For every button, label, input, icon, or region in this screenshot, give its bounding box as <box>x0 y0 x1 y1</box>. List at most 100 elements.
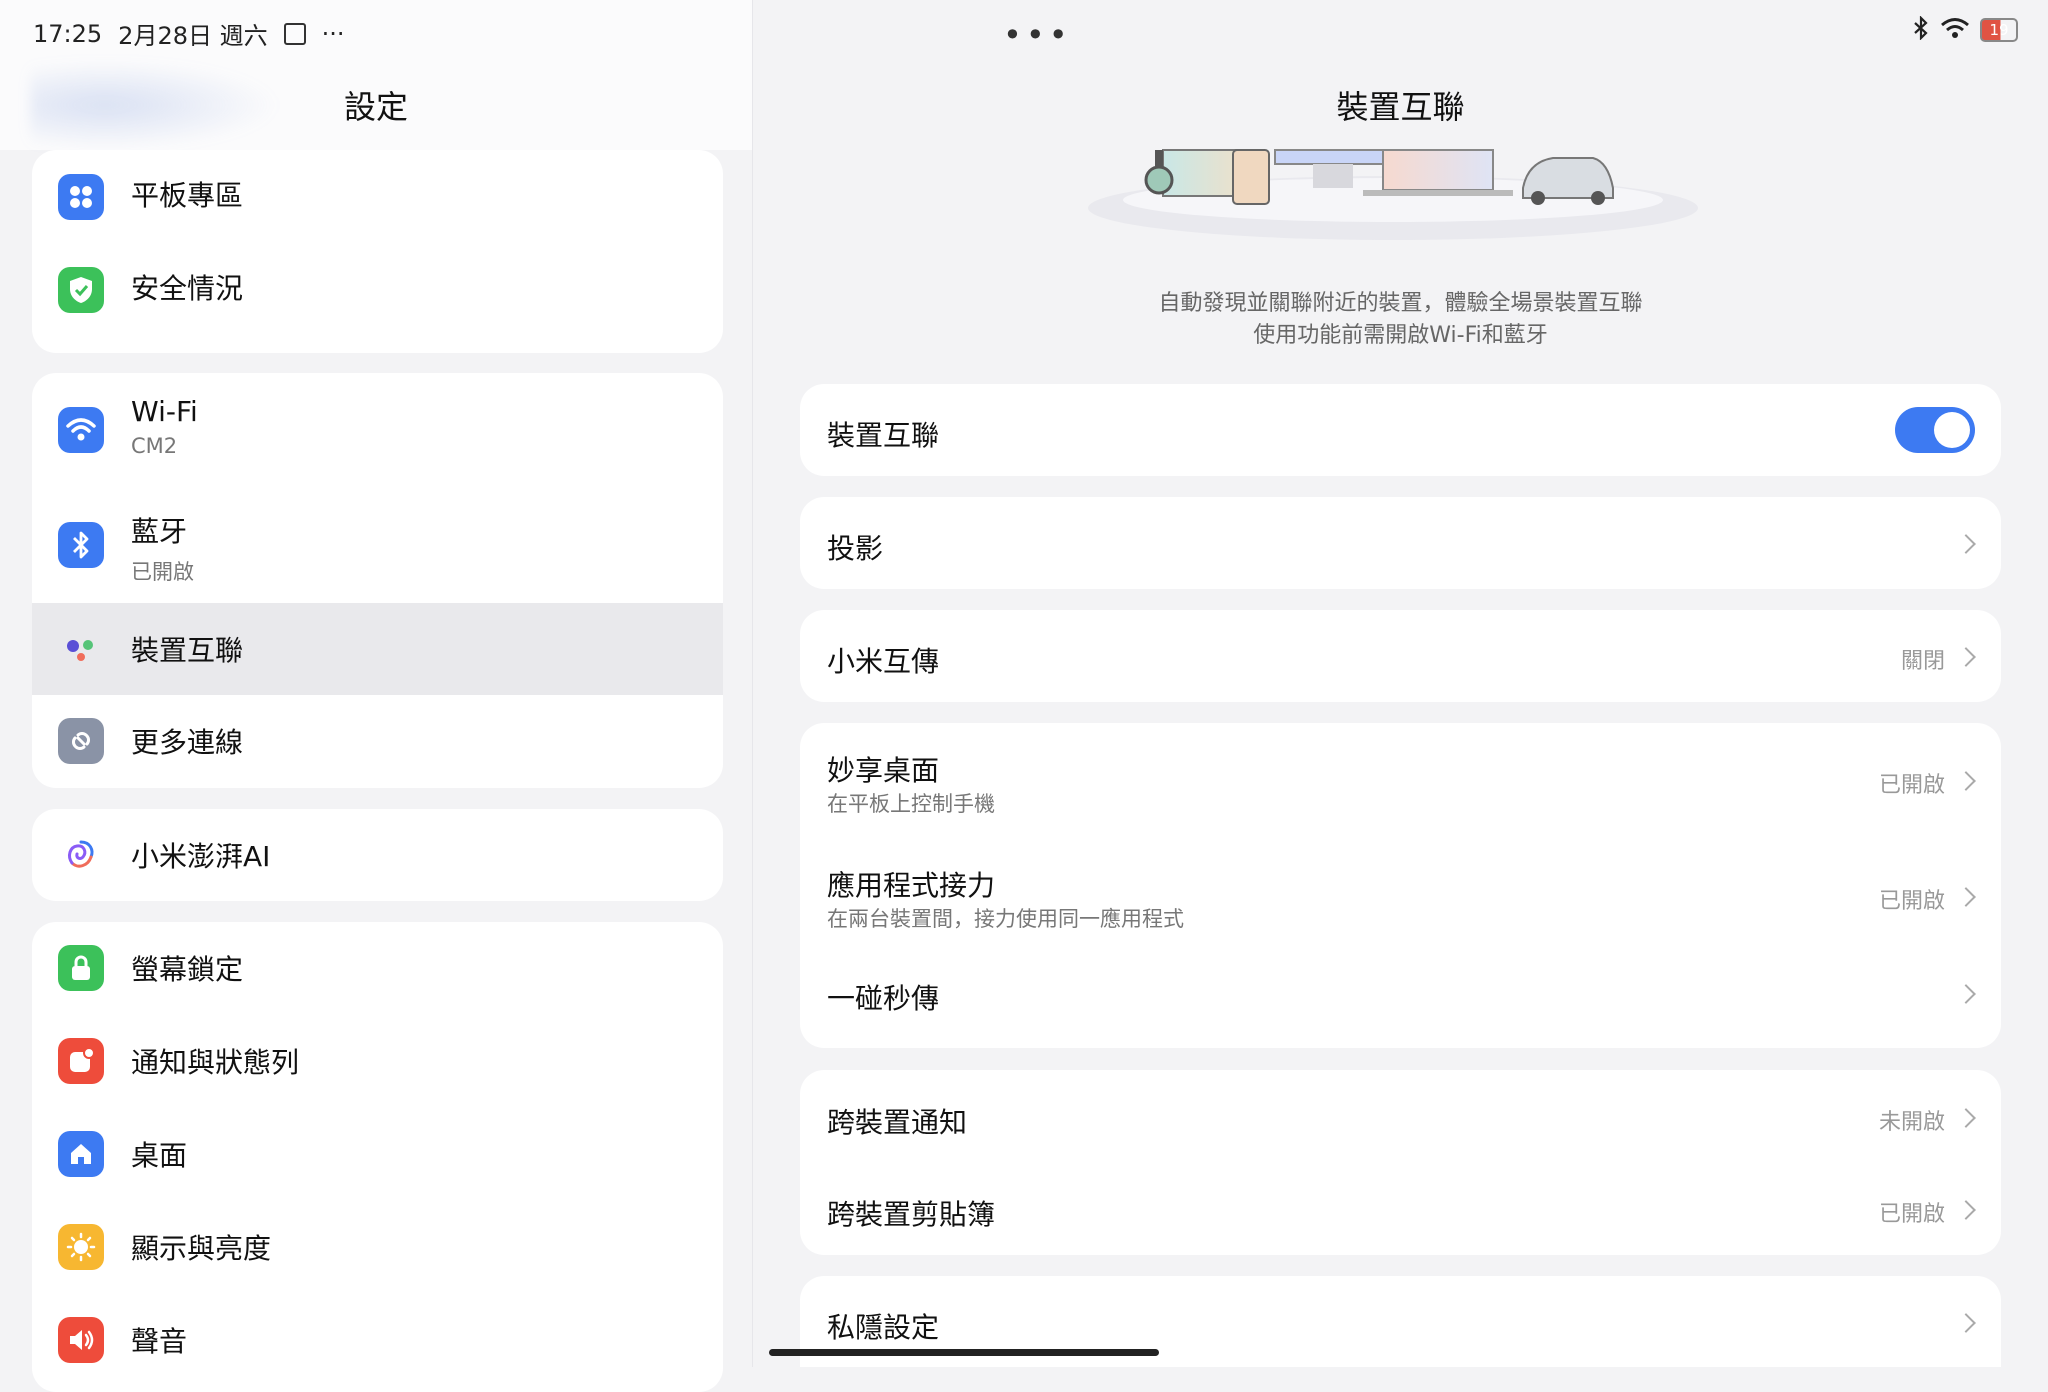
multitask-handle[interactable]: ••• <box>1003 16 1072 54</box>
chevron-right-icon <box>1956 984 1976 1004</box>
sidebar-item-lock-screen[interactable]: 螢幕鎖定 <box>32 922 723 1015</box>
handoff-sub: 在兩台裝置間，接力使用同一應用程式 <box>827 907 1184 931</box>
share-row[interactable]: 小米互傳 關閉 <box>800 610 2001 702</box>
wifi-icon <box>58 407 104 453</box>
chevron-right-icon <box>1956 1200 1976 1220</box>
cross-clipboard-row[interactable]: 跨裝置剪貼簿 已開啟 <box>800 1163 2001 1255</box>
notification-icon <box>58 1038 104 1084</box>
cross-clipboard-label: 跨裝置剪貼簿 <box>827 1198 996 1231</box>
sidebar-item-device-connect[interactable]: 裝置互聯 <box>32 603 723 695</box>
settings-group-ai: 小米澎湃AI <box>32 809 723 901</box>
sidebar-item-label: 平板專區 <box>131 179 244 212</box>
sidebar-item-tablet-zone[interactable]: 平板專區 <box>32 150 723 243</box>
toggle-knob <box>1934 412 1970 448</box>
lock-icon <box>58 945 104 991</box>
sidebar-item-sub: CM2 <box>131 434 178 458</box>
link-icon <box>58 718 104 764</box>
sidebar-item-sub: 已開啟 <box>131 560 194 584</box>
handoff-value: 已開啟 <box>1878 889 1945 914</box>
sidebar-item-label: 桌面 <box>131 1139 188 1172</box>
status-bar-right: 19 <box>1912 15 2018 44</box>
tap-transfer-label: 一碰秒傳 <box>827 982 940 1015</box>
settings-group-1: 平板專區 安全情況 <box>32 150 723 353</box>
sidebar-item-label: 顯示與亮度 <box>131 1232 272 1265</box>
sidebar-item-label: Wi-Fi <box>131 395 198 428</box>
settings-group-connectivity: Wi-Fi CM2 藍牙 已開啟 裝置互聯 更多連線 <box>32 373 723 788</box>
chevron-right-icon <box>1956 1108 1976 1128</box>
sidebar-item-label: 小米澎湃AI <box>131 840 271 873</box>
sidebar-item-notifications[interactable]: 通知與狀態列 <box>32 1015 723 1108</box>
sun-icon <box>58 1224 104 1270</box>
interconnect-card: 裝置互聯 <box>800 384 2001 476</box>
description-line-1: 自動發現並關聯附近的裝置，體驗全場景裝置互聯 <box>1158 291 1643 316</box>
settings-group-personalization: 螢幕鎖定 通知與狀態列 桌面 顯示與亮度 聲音 <box>32 922 723 1392</box>
desktop-label: 妙享桌面 <box>827 754 940 787</box>
status-more: ··· <box>321 19 345 48</box>
wifi-status-icon <box>1940 17 1970 43</box>
tap-transfer-row[interactable]: 一碰秒傳 <box>800 955 2001 1048</box>
interconnect-toggle[interactable] <box>1895 407 1975 453</box>
devices-illustration-icon <box>1088 149 1698 240</box>
sidebar-item-sound[interactable]: 聲音 <box>32 1294 723 1387</box>
sidebar-item-home-screen[interactable]: 桌面 <box>32 1108 723 1201</box>
bluetooth-icon <box>58 522 104 568</box>
sidebar-item-security[interactable]: 安全情況 <box>32 243 723 336</box>
desktop-row[interactable]: 妙享桌面 在平板上控制手機 已開啟 <box>800 723 2001 838</box>
status-date: 2月28日 週六 <box>118 22 268 50</box>
chevron-right-icon <box>1956 771 1976 791</box>
home-indicator[interactable] <box>769 1349 1159 1356</box>
speaker-icon <box>58 1317 104 1363</box>
sidebar-item-display[interactable]: 顯示與亮度 <box>32 1201 723 1294</box>
bluetooth-status-icon <box>1912 15 1930 44</box>
sidebar-item-label: 螢幕鎖定 <box>131 953 244 986</box>
cross-device-card: 跨裝置通知 未開啟 跨裝置剪貼簿 已開啟 <box>800 1070 2001 1255</box>
cast-label: 投影 <box>827 532 884 565</box>
sidebar-item-label: 更多連線 <box>131 726 244 759</box>
cross-clipboard-value: 已開啟 <box>1878 1202 1945 1227</box>
sidebar-item-label: 藍牙 <box>131 515 188 548</box>
sidebar-header: 17:25 2月28日 週六 ··· 設定 <box>0 0 752 150</box>
share-label: 小米互傳 <box>827 645 940 678</box>
chevron-right-icon <box>1956 887 1976 907</box>
settings-sidebar: 17:25 2月28日 週六 ··· 設定 平板專區 安全情況 Wi-Fi CM… <box>0 0 753 1392</box>
chevron-right-icon <box>1956 647 1976 667</box>
handoff-row[interactable]: 應用程式接力 在兩台裝置間，接力使用同一應用程式 已開啟 <box>800 838 2001 955</box>
cast-card: 投影 <box>800 497 2001 589</box>
description-line-2: 使用功能前需開啟Wi-Fi和藍牙 <box>1253 323 1548 348</box>
sidebar-item-label: 聲音 <box>131 1325 188 1358</box>
feature-description: 自動發現並關聯附近的裝置，體驗全場景裝置互聯 使用功能前需開啟Wi-Fi和藍牙 <box>753 288 2048 352</box>
status-time: 17:25 <box>33 19 103 48</box>
sidebar-item-label: 通知與狀態列 <box>131 1046 300 1079</box>
device-connect-icon <box>58 626 104 672</box>
tablet-zone-icon <box>58 174 104 220</box>
shield-icon <box>58 267 104 313</box>
sidebar-item-label: 裝置互聯 <box>131 634 244 667</box>
interconnect-label: 裝置互聯 <box>827 419 940 452</box>
sidebar-item-more-connections[interactable]: 更多連線 <box>32 695 723 788</box>
sidebar-item-hyperos-ai[interactable]: 小米澎湃AI <box>32 809 723 901</box>
chevron-right-icon <box>1956 534 1976 554</box>
privacy-label: 私隱設定 <box>827 1311 940 1344</box>
detail-title: 裝置互聯 <box>1336 88 1465 126</box>
sidebar-item-bluetooth[interactable]: 藍牙 已開啟 <box>32 488 723 603</box>
share-value: 關閉 <box>1900 649 1945 674</box>
detail-pane: ••• 19 裝置互聯 自動發現並關聯附近的裝置，體驗全場景裝置互聯 使用功能前… <box>753 0 2048 1367</box>
window-icon <box>283 22 306 45</box>
sidebar-item-label: 安全情況 <box>131 272 244 305</box>
handoff-label: 應用程式接力 <box>827 869 996 902</box>
cross-notify-row[interactable]: 跨裝置通知 未開啟 <box>800 1070 2001 1163</box>
sidebar-item-wifi[interactable]: Wi-Fi CM2 <box>32 373 723 488</box>
cross-notify-label: 跨裝置通知 <box>827 1106 968 1139</box>
page-title: 設定 <box>343 88 408 126</box>
home-icon <box>58 1131 104 1177</box>
ai-swirl-icon <box>58 832 104 878</box>
desktop-sub: 在平板上控制手機 <box>827 792 995 816</box>
share-card: 小米互傳 關閉 <box>800 610 2001 702</box>
cast-row[interactable]: 投影 <box>800 497 2001 589</box>
continuity-card: 妙享桌面 在平板上控制手機 已開啟 應用程式接力 在兩台裝置間，接力使用同一應用… <box>800 723 2001 1048</box>
chevron-right-icon <box>1956 1313 1976 1333</box>
status-bar-left: 17:25 2月28日 週六 ··· <box>33 16 345 51</box>
interconnect-row[interactable]: 裝置互聯 <box>800 384 2001 476</box>
desktop-value: 已開啟 <box>1878 773 1945 798</box>
battery-icon: 19 <box>1980 18 2018 42</box>
